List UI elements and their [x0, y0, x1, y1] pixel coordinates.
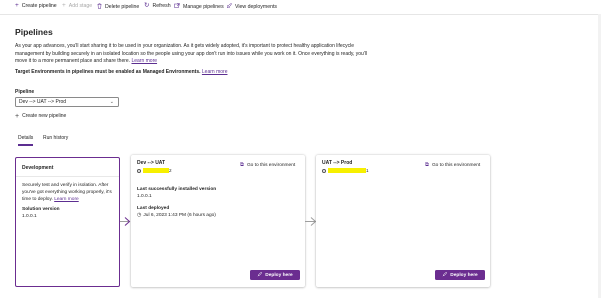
- last-deployed-value: ◷ Jul 6, 2023 1:43 PM (6 hours ago): [137, 212, 216, 218]
- add-stage-button[interactable]: + Add stage: [62, 2, 92, 9]
- environment-icon: [137, 168, 141, 173]
- pipeline-label: Pipeline: [15, 89, 35, 95]
- stage-name: UAT --> Prod: [322, 160, 353, 166]
- development-title: Development: [22, 165, 54, 171]
- stage-card-uat-prod: UAT --> Prod 1 ⧉ Go to this environment …: [316, 155, 490, 287]
- external-link-icon: [174, 3, 180, 10]
- pipeline-dropdown[interactable]: Dev --> UAT --> Prod ⌄: [15, 97, 119, 107]
- plus-icon: +: [62, 2, 66, 9]
- deploy-here-button[interactable]: Deploy here: [435, 270, 485, 280]
- go-to-environment-link[interactable]: ⧉ Go to this environment: [240, 162, 295, 169]
- managed-env-notice: Target Environments in pipelines must be…: [15, 69, 228, 75]
- command-bar: + Create pipeline + Add stage Delete pip…: [0, 0, 601, 15]
- development-description: Securely test and verify in isolation. A…: [22, 183, 112, 202]
- create-pipeline-button[interactable]: + Create pipeline: [15, 2, 57, 9]
- last-installed-value: 1.0.0.1: [137, 194, 152, 199]
- rocket-icon: [226, 3, 232, 11]
- page-description: As your app advances, you'll start shari…: [15, 43, 368, 65]
- arrow-right-icon: [124, 217, 131, 226]
- refresh-icon: ↻: [144, 2, 150, 9]
- tab-run-history[interactable]: Run history: [43, 135, 68, 141]
- tab-selected-indicator: [18, 144, 33, 146]
- delete-pipeline-button[interactable]: Delete pipeline: [97, 3, 139, 11]
- page-title: Pipelines: [15, 27, 53, 37]
- external-link-icon: ⧉: [240, 162, 244, 168]
- create-new-pipeline-button[interactable]: + Create new pipeline: [15, 112, 66, 120]
- redacted-environment-name: [328, 168, 366, 173]
- learn-more-link[interactable]: Learn more: [131, 58, 157, 64]
- clock-icon: ◷: [137, 212, 142, 218]
- manage-pipelines-button[interactable]: Manage pipelines: [174, 3, 224, 10]
- rocket-icon: [257, 271, 263, 279]
- deploy-here-button[interactable]: Deploy here: [250, 270, 300, 280]
- last-installed-label: Last successfully installed version: [137, 187, 217, 192]
- chevron-down-icon: ⌄: [109, 99, 114, 105]
- managed-env-learn-more-link[interactable]: Learn more: [202, 69, 228, 75]
- stage-environment: 1: [322, 168, 369, 173]
- go-to-environment-link[interactable]: ⧉ Go to this environment: [425, 162, 480, 169]
- stage-card-dev-uat: Dev --> UAT 2 ⧉ Go to this environment L…: [131, 155, 305, 287]
- plus-icon: +: [15, 2, 19, 9]
- trash-icon: [97, 3, 102, 11]
- solution-version-value: 1.0.0.1: [22, 214, 37, 219]
- external-link-icon: ⧉: [425, 162, 429, 168]
- plus-icon: +: [15, 112, 20, 120]
- refresh-button[interactable]: ↻ Refresh: [144, 2, 171, 9]
- development-stage-card: Development Securely test and verify in …: [15, 157, 120, 287]
- development-learn-more-link[interactable]: Learn more: [54, 197, 79, 202]
- divider: [16, 176, 119, 177]
- stage-name: Dev --> UAT: [137, 160, 166, 166]
- view-deployments-button[interactable]: View deployments: [226, 3, 277, 11]
- rocket-icon: [442, 271, 448, 279]
- redacted-environment-name: [143, 168, 169, 173]
- stage-environment: 2: [137, 168, 172, 173]
- tab-details[interactable]: Details: [18, 135, 33, 141]
- solution-version-label: Solution version: [22, 207, 60, 212]
- last-deployed-label: Last deployed: [137, 206, 170, 211]
- environment-icon: [322, 168, 326, 173]
